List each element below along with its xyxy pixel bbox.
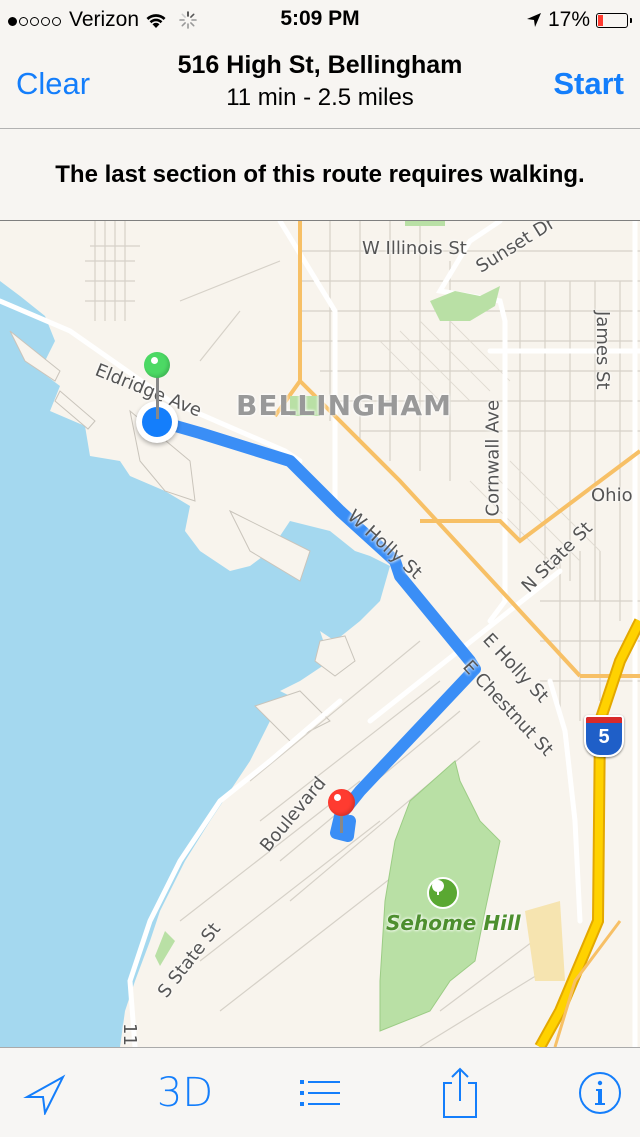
battery-icon (596, 12, 632, 28)
walking-notice-banner: The last section of this route requires … (0, 129, 640, 221)
park-area (405, 221, 445, 226)
list-icon (300, 1079, 340, 1106)
share-icon (443, 1067, 477, 1118)
route-label-11: 11 (119, 1023, 140, 1046)
destination-title: 516 High St, Bellingham (177, 51, 463, 79)
map-view[interactable]: W Illinois St Sunset Dr James St Eldridg… (0, 221, 640, 1047)
street-label-james: James St (592, 311, 613, 390)
route-summary: 11 min - 2.5 miles (226, 84, 414, 111)
location-arrow-icon (23, 1074, 66, 1115)
location-arrow-icon (526, 13, 541, 27)
start-button[interactable]: Start (553, 66, 624, 102)
street-label-w-illinois: W Illinois St (362, 238, 467, 259)
interstate-shield: 5 (584, 715, 624, 757)
street-label-ohio: Ohio (591, 485, 633, 506)
city-label: BELLINGHAM (236, 389, 452, 422)
pier (314, 635, 356, 677)
share-button[interactable] (425, 1048, 495, 1137)
status-bar: Verizon 5:09 PM 17% (0, 0, 640, 40)
3d-button[interactable]: 3D (145, 1048, 225, 1137)
park-area (155, 931, 175, 966)
interstate-5 (534, 618, 640, 1047)
info-icon (579, 1071, 621, 1114)
info-button[interactable] (565, 1048, 635, 1137)
battery-percent: 17% (547, 8, 590, 31)
park-label: Sehome Hill (386, 911, 521, 935)
navigation-bar: Clear 516 High St, Bellingham 11 min - 2… (0, 40, 640, 129)
campus-area (525, 901, 565, 981)
bottom-toolbar: 3D (0, 1047, 640, 1137)
map-canvas[interactable] (0, 221, 640, 1047)
park-icon[interactable] (427, 877, 459, 909)
interstate-number: 5 (598, 726, 610, 748)
street-label-cornwall: Cornwall Ave (482, 399, 504, 517)
current-location-button[interactable] (10, 1048, 80, 1137)
directions-list-button[interactable] (285, 1048, 355, 1137)
